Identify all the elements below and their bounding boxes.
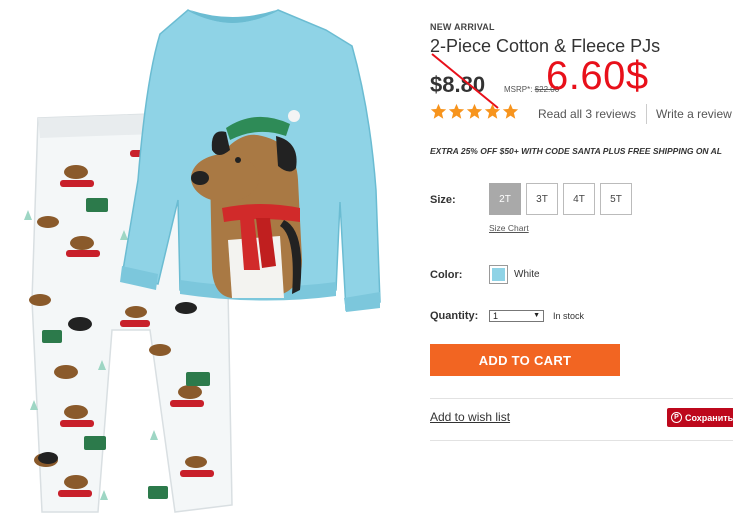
size-option-5t[interactable]: 5T	[600, 183, 632, 215]
add-to-wishlist-link[interactable]: Add to wish list	[430, 410, 510, 424]
product-image[interactable]	[0, 0, 400, 525]
dropdown-arrow-icon: ▼	[533, 312, 540, 319]
rating-stars[interactable]	[430, 103, 519, 120]
divider	[430, 440, 733, 441]
size-chart-link[interactable]: Size Chart	[489, 223, 529, 233]
size-option-3t[interactable]: 3T	[526, 183, 558, 215]
read-reviews-link[interactable]: Read all 3 reviews	[538, 107, 636, 121]
pinterest-save-button[interactable]: P Сохранить	[667, 408, 733, 427]
msrp-label: MSRP*:	[504, 85, 533, 94]
size-option-4t[interactable]: 4T	[563, 183, 595, 215]
color-label: Color:	[430, 269, 463, 281]
quantity-value: 1	[493, 311, 499, 321]
add-to-cart-button[interactable]: ADD TO CART	[430, 344, 620, 376]
save-label: Сохранить	[685, 412, 733, 423]
write-review-link[interactable]: Write a review	[656, 107, 732, 121]
star-icon	[466, 103, 483, 119]
star-icon	[502, 103, 519, 119]
review-divider	[646, 104, 647, 124]
quantity-label: Quantity:	[430, 310, 479, 322]
color-swatch[interactable]	[489, 265, 508, 284]
color-name: White	[514, 269, 540, 280]
promo-banner: EXTRA 25% OFF $50+ WITH CODE SANTA PLUS …	[430, 146, 722, 156]
new-arrival-badge: NEW ARRIVAL	[430, 22, 495, 32]
size-option-2t[interactable]: 2T	[489, 183, 521, 215]
pinterest-icon: P	[671, 412, 682, 423]
star-icon	[484, 103, 501, 119]
swatch-fill	[492, 268, 505, 281]
stock-status: In stock	[553, 311, 585, 321]
star-icon	[430, 103, 447, 119]
overlay-sale-price: 6.60$	[546, 54, 649, 98]
product-details: NEW ARRIVAL 2-Piece Cotton & Fleece PJs …	[430, 0, 733, 525]
current-price: $8.80	[430, 72, 486, 97]
quantity-select[interactable]: 1 ▼	[489, 310, 544, 322]
divider	[430, 398, 733, 399]
pajama-illustration	[24, 9, 381, 513]
size-label: Size:	[430, 194, 456, 206]
star-icon	[448, 103, 465, 119]
